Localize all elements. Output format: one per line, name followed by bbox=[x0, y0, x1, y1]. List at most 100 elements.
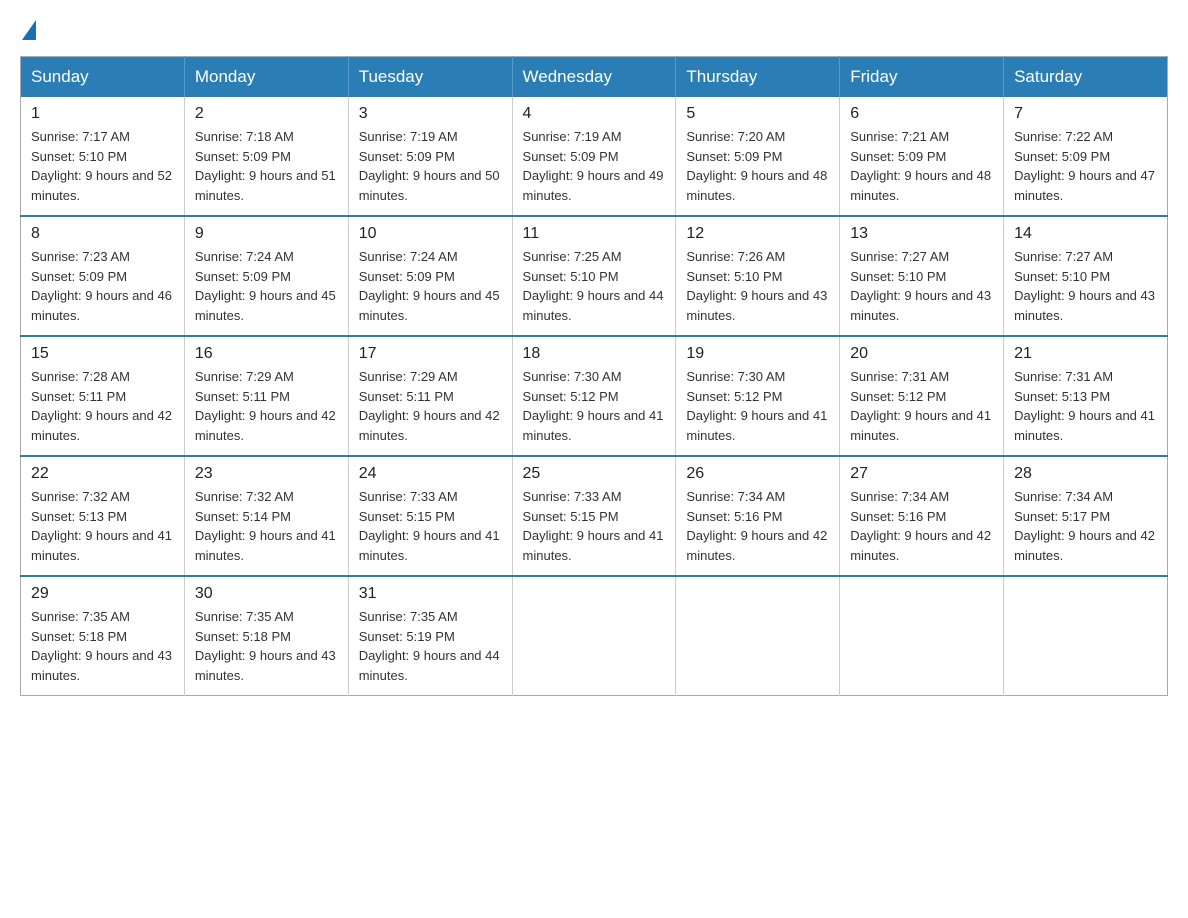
day-info: Sunrise: 7:23 AMSunset: 5:09 PMDaylight:… bbox=[31, 247, 174, 325]
calendar-cell: 23 Sunrise: 7:32 AMSunset: 5:14 PMDayligh… bbox=[184, 456, 348, 576]
calendar-cell: 7 Sunrise: 7:22 AMSunset: 5:09 PMDaylight… bbox=[1004, 97, 1168, 216]
logo bbox=[20, 20, 38, 40]
day-info: Sunrise: 7:21 AMSunset: 5:09 PMDaylight:… bbox=[850, 127, 993, 205]
calendar-cell: 1Sunrise: 7:17 AMSunset: 5:10 PMDaylight… bbox=[21, 97, 185, 216]
calendar-cell: 5 Sunrise: 7:20 AMSunset: 5:09 PMDaylight… bbox=[676, 97, 840, 216]
calendar-cell: 8 Sunrise: 7:23 AMSunset: 5:09 PMDaylight… bbox=[21, 216, 185, 336]
calendar-header-monday: Monday bbox=[184, 57, 348, 98]
day-number: 17 bbox=[359, 345, 502, 363]
day-number: 16 bbox=[195, 345, 338, 363]
calendar-cell: 18 Sunrise: 7:30 AMSunset: 5:12 PMDayligh… bbox=[512, 336, 676, 456]
day-info: Sunrise: 7:29 AMSunset: 5:11 PMDaylight:… bbox=[195, 367, 338, 445]
day-number: 20 bbox=[850, 345, 993, 363]
calendar-week-row: 1Sunrise: 7:17 AMSunset: 5:10 PMDaylight… bbox=[21, 97, 1168, 216]
day-number: 15 bbox=[31, 345, 174, 363]
calendar-week-row: 29Sunrise: 7:35 AMSunset: 5:18 PMDayligh… bbox=[21, 576, 1168, 696]
day-info: Sunrise: 7:24 AMSunset: 5:09 PMDaylight:… bbox=[359, 247, 502, 325]
calendar-cell: 27 Sunrise: 7:34 AMSunset: 5:16 PMDayligh… bbox=[840, 456, 1004, 576]
day-number: 31 bbox=[359, 585, 502, 603]
calendar-cell: 9Sunrise: 7:24 AMSunset: 5:09 PMDaylight… bbox=[184, 216, 348, 336]
calendar-cell: 3Sunrise: 7:19 AMSunset: 5:09 PMDaylight… bbox=[348, 97, 512, 216]
page-header bbox=[20, 20, 1168, 40]
day-number: 19 bbox=[686, 345, 829, 363]
day-number: 27 bbox=[850, 465, 993, 483]
calendar-cell: 11 Sunrise: 7:25 AMSunset: 5:10 PMDayligh… bbox=[512, 216, 676, 336]
day-info: Sunrise: 7:30 AMSunset: 5:12 PMDaylight:… bbox=[523, 367, 666, 445]
day-info: Sunrise: 7:22 AMSunset: 5:09 PMDaylight:… bbox=[1014, 127, 1157, 205]
day-number: 7 bbox=[1014, 105, 1157, 123]
day-info: Sunrise: 7:35 AMSunset: 5:18 PMDaylight:… bbox=[195, 607, 338, 685]
calendar-cell: 12 Sunrise: 7:26 AMSunset: 5:10 PMDayligh… bbox=[676, 216, 840, 336]
calendar-cell: 28Sunrise: 7:34 AMSunset: 5:17 PMDayligh… bbox=[1004, 456, 1168, 576]
day-number: 13 bbox=[850, 225, 993, 243]
calendar-header-row: SundayMondayTuesdayWednesdayThursdayFrid… bbox=[21, 57, 1168, 98]
day-number: 14 bbox=[1014, 225, 1157, 243]
calendar-cell: 25 Sunrise: 7:33 AMSunset: 5:15 PMDayligh… bbox=[512, 456, 676, 576]
calendar-cell: 20 Sunrise: 7:31 AMSunset: 5:12 PMDayligh… bbox=[840, 336, 1004, 456]
day-number: 8 bbox=[31, 225, 174, 243]
day-info: Sunrise: 7:33 AMSunset: 5:15 PMDaylight:… bbox=[359, 487, 502, 565]
calendar-week-row: 22Sunrise: 7:32 AMSunset: 5:13 PMDayligh… bbox=[21, 456, 1168, 576]
calendar-cell: 17 Sunrise: 7:29 AMSunset: 5:11 PMDayligh… bbox=[348, 336, 512, 456]
logo-triangle-icon bbox=[22, 20, 36, 40]
calendar-cell: 4Sunrise: 7:19 AMSunset: 5:09 PMDaylight… bbox=[512, 97, 676, 216]
day-info: Sunrise: 7:34 AMSunset: 5:16 PMDaylight:… bbox=[686, 487, 829, 565]
calendar-header-tuesday: Tuesday bbox=[348, 57, 512, 98]
day-info: Sunrise: 7:32 AMSunset: 5:14 PMDaylight:… bbox=[195, 487, 338, 565]
day-info: Sunrise: 7:18 AMSunset: 5:09 PMDaylight:… bbox=[195, 127, 338, 205]
day-info: Sunrise: 7:35 AMSunset: 5:18 PMDaylight:… bbox=[31, 607, 174, 685]
day-number: 9 bbox=[195, 225, 338, 243]
day-info: Sunrise: 7:26 AMSunset: 5:10 PMDaylight:… bbox=[686, 247, 829, 325]
day-info: Sunrise: 7:28 AMSunset: 5:11 PMDaylight:… bbox=[31, 367, 174, 445]
day-number: 12 bbox=[686, 225, 829, 243]
day-number: 10 bbox=[359, 225, 502, 243]
day-info: Sunrise: 7:27 AMSunset: 5:10 PMDaylight:… bbox=[1014, 247, 1157, 325]
calendar-week-row: 15 Sunrise: 7:28 AMSunset: 5:11 PMDayligh… bbox=[21, 336, 1168, 456]
day-number: 11 bbox=[523, 225, 666, 243]
day-info: Sunrise: 7:31 AMSunset: 5:12 PMDaylight:… bbox=[850, 367, 993, 445]
day-info: Sunrise: 7:30 AMSunset: 5:12 PMDaylight:… bbox=[686, 367, 829, 445]
calendar-header-saturday: Saturday bbox=[1004, 57, 1168, 98]
calendar-cell: 13 Sunrise: 7:27 AMSunset: 5:10 PMDayligh… bbox=[840, 216, 1004, 336]
calendar-cell: 31 Sunrise: 7:35 AMSunset: 5:19 PMDayligh… bbox=[348, 576, 512, 696]
calendar-cell: 24Sunrise: 7:33 AMSunset: 5:15 PMDayligh… bbox=[348, 456, 512, 576]
calendar-week-row: 8 Sunrise: 7:23 AMSunset: 5:09 PMDaylight… bbox=[21, 216, 1168, 336]
day-number: 18 bbox=[523, 345, 666, 363]
day-number: 26 bbox=[686, 465, 829, 483]
day-number: 2 bbox=[195, 105, 338, 123]
day-info: Sunrise: 7:27 AMSunset: 5:10 PMDaylight:… bbox=[850, 247, 993, 325]
calendar-cell: 2 Sunrise: 7:18 AMSunset: 5:09 PMDaylight… bbox=[184, 97, 348, 216]
day-info: Sunrise: 7:20 AMSunset: 5:09 PMDaylight:… bbox=[686, 127, 829, 205]
calendar-cell: 19 Sunrise: 7:30 AMSunset: 5:12 PMDayligh… bbox=[676, 336, 840, 456]
calendar-cell: 21 Sunrise: 7:31 AMSunset: 5:13 PMDayligh… bbox=[1004, 336, 1168, 456]
calendar-cell: 10 Sunrise: 7:24 AMSunset: 5:09 PMDayligh… bbox=[348, 216, 512, 336]
calendar-cell: 14 Sunrise: 7:27 AMSunset: 5:10 PMDayligh… bbox=[1004, 216, 1168, 336]
day-number: 23 bbox=[195, 465, 338, 483]
day-number: 6 bbox=[850, 105, 993, 123]
day-number: 5 bbox=[686, 105, 829, 123]
day-info: Sunrise: 7:33 AMSunset: 5:15 PMDaylight:… bbox=[523, 487, 666, 565]
day-info: Sunrise: 7:35 AMSunset: 5:19 PMDaylight:… bbox=[359, 607, 502, 685]
calendar-header-sunday: Sunday bbox=[21, 57, 185, 98]
day-info: Sunrise: 7:32 AMSunset: 5:13 PMDaylight:… bbox=[31, 487, 174, 565]
day-info: Sunrise: 7:19 AMSunset: 5:09 PMDaylight:… bbox=[523, 127, 666, 205]
day-info: Sunrise: 7:29 AMSunset: 5:11 PMDaylight:… bbox=[359, 367, 502, 445]
day-number: 21 bbox=[1014, 345, 1157, 363]
calendar-table: SundayMondayTuesdayWednesdayThursdayFrid… bbox=[20, 56, 1168, 696]
calendar-cell bbox=[840, 576, 1004, 696]
calendar-cell: 30 Sunrise: 7:35 AMSunset: 5:18 PMDayligh… bbox=[184, 576, 348, 696]
calendar-cell: 26 Sunrise: 7:34 AMSunset: 5:16 PMDayligh… bbox=[676, 456, 840, 576]
calendar-cell: 15 Sunrise: 7:28 AMSunset: 5:11 PMDayligh… bbox=[21, 336, 185, 456]
calendar-header-thursday: Thursday bbox=[676, 57, 840, 98]
day-number: 25 bbox=[523, 465, 666, 483]
calendar-cell bbox=[676, 576, 840, 696]
day-number: 30 bbox=[195, 585, 338, 603]
day-info: Sunrise: 7:31 AMSunset: 5:13 PMDaylight:… bbox=[1014, 367, 1157, 445]
day-number: 28 bbox=[1014, 465, 1157, 483]
calendar-cell: 6 Sunrise: 7:21 AMSunset: 5:09 PMDaylight… bbox=[840, 97, 1004, 216]
day-info: Sunrise: 7:25 AMSunset: 5:10 PMDaylight:… bbox=[523, 247, 666, 325]
day-number: 3 bbox=[359, 105, 502, 123]
calendar-cell bbox=[512, 576, 676, 696]
calendar-cell bbox=[1004, 576, 1168, 696]
day-info: Sunrise: 7:34 AMSunset: 5:16 PMDaylight:… bbox=[850, 487, 993, 565]
